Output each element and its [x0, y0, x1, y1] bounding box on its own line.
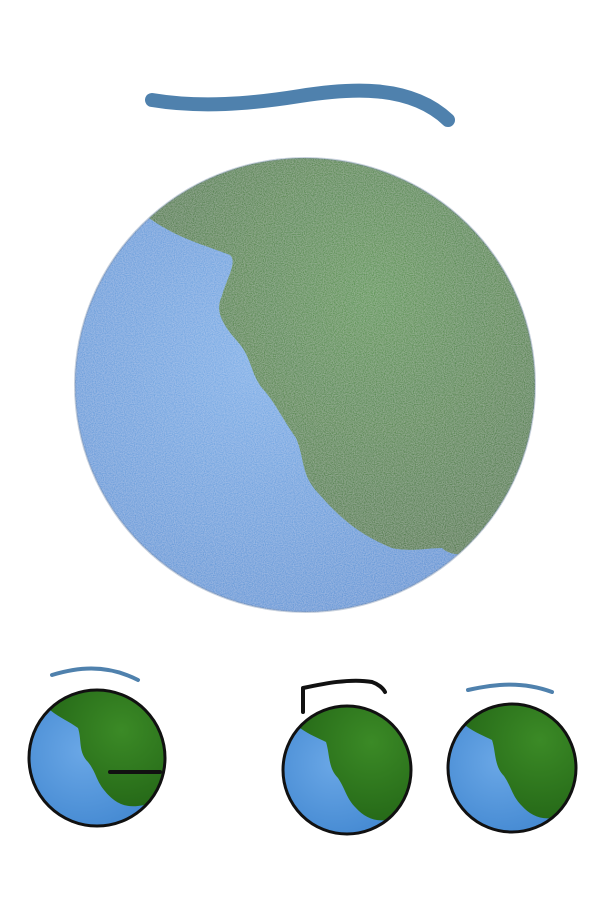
small-earth-globe — [446, 702, 578, 834]
hand-drawn-earth-illustration — [0, 0, 600, 900]
blue-swoosh-stroke — [50, 666, 140, 682]
large-earth-globe — [74, 157, 536, 613]
small-earth-globe — [27, 688, 167, 828]
blue-swoosh-stroke — [466, 682, 554, 694]
blue-swoosh-stroke — [145, 83, 455, 127]
illustration-canvas — [27, 83, 578, 836]
small-earth-globe — [281, 704, 413, 836]
